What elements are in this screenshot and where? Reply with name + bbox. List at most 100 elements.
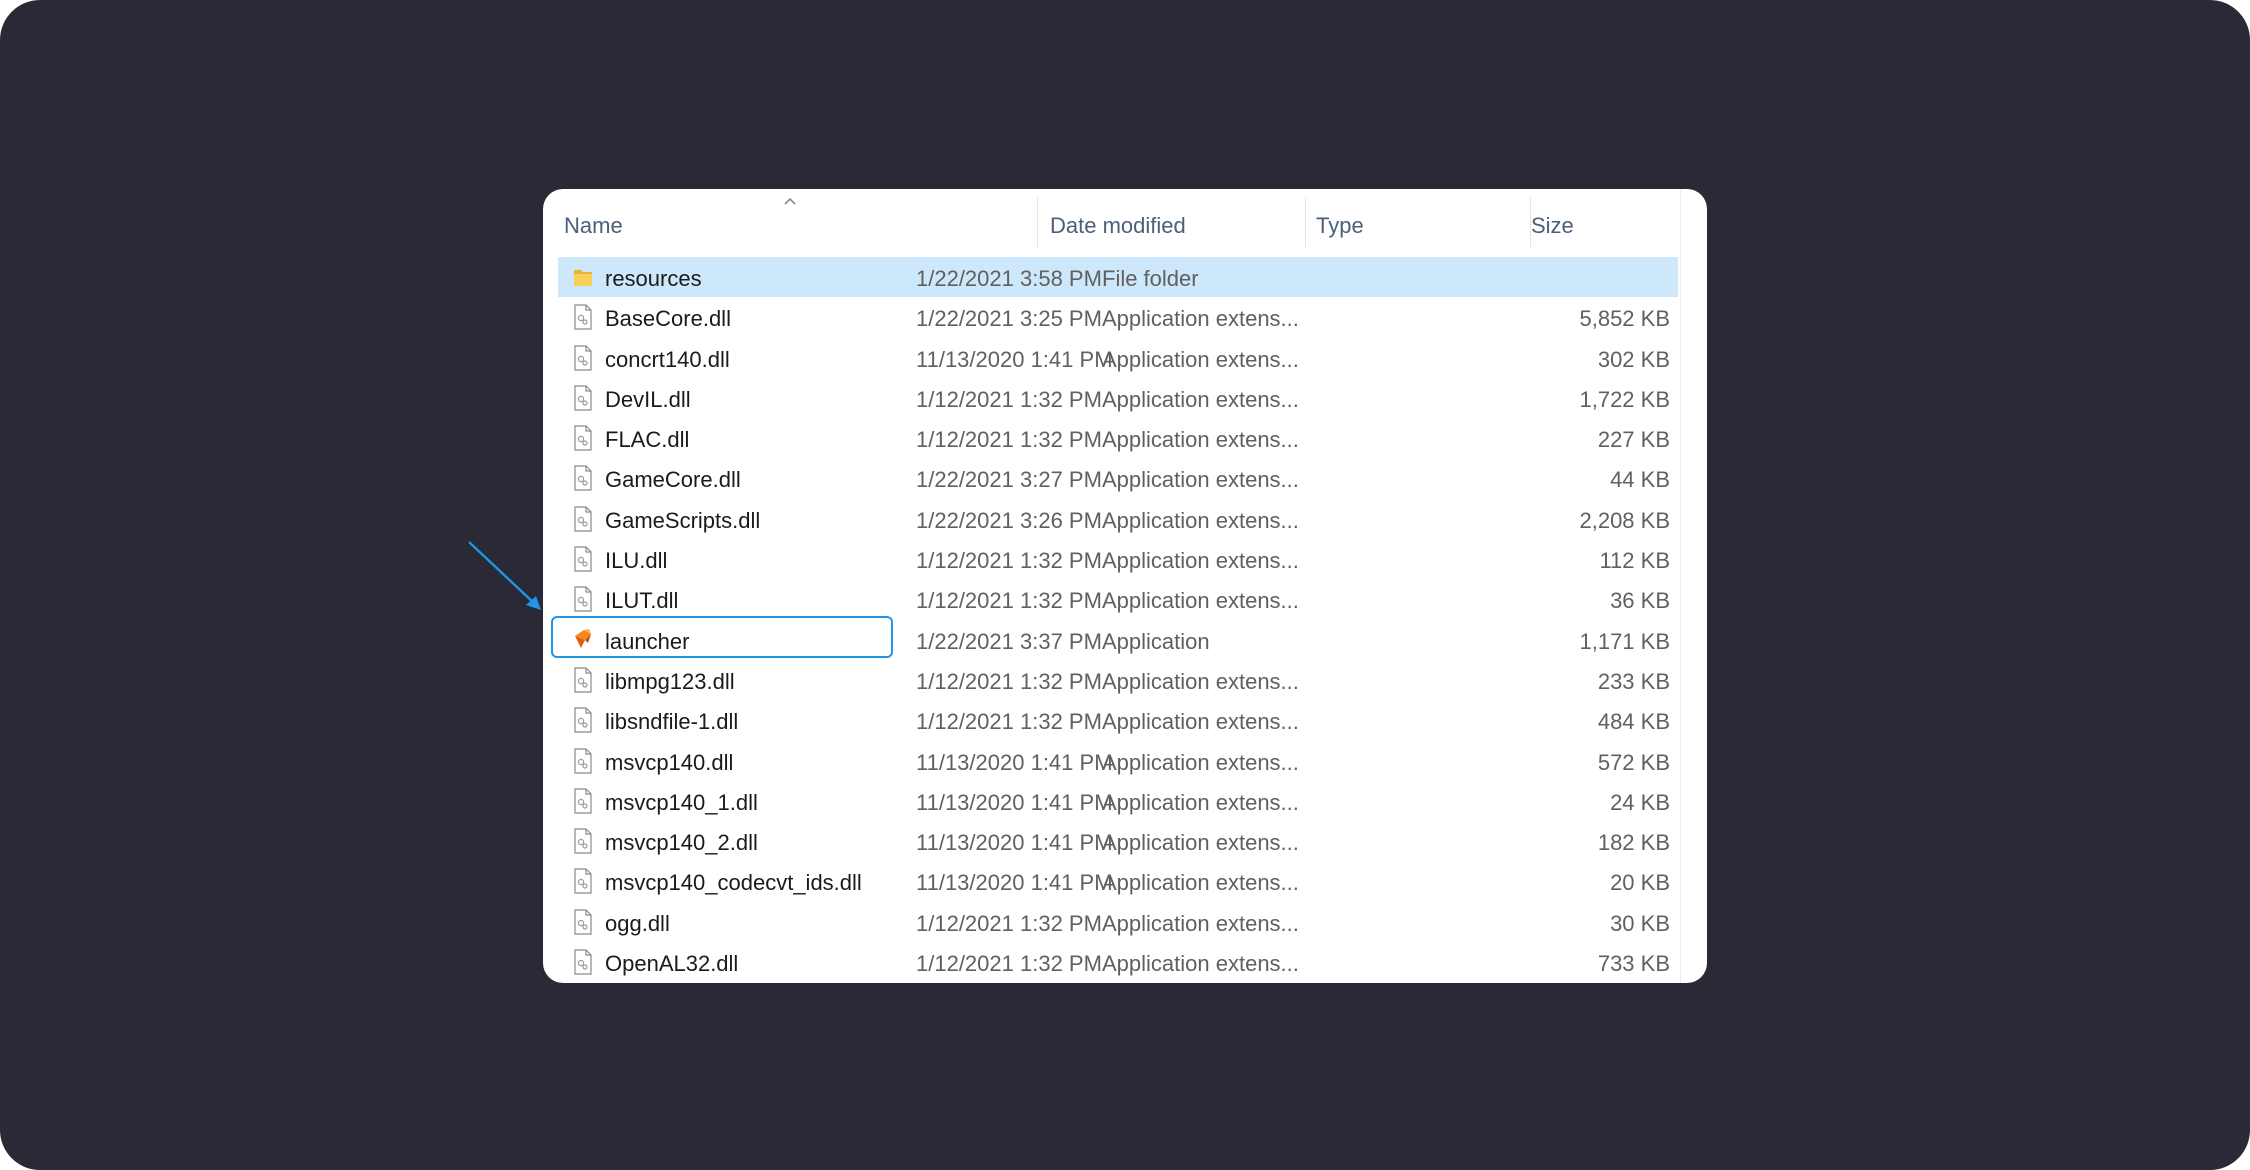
- file-row[interactable]: DevIL.dll 1/12/2021 1:32 PM Application ex…: [558, 378, 1678, 418]
- file-row[interactable]: BaseCore.dll 1/22/2021 3:25 PM Application…: [558, 297, 1678, 337]
- dll-file-icon: [572, 666, 594, 694]
- file-date-modified: 11/13/2020 1:41 PM: [916, 749, 1113, 775]
- dll-file-icon: [572, 505, 594, 533]
- file-name: msvcp140_1.dll: [605, 789, 758, 815]
- dll-file-icon: [572, 908, 594, 936]
- file-row[interactable]: concrt140.dll 11/13/2020 1:41 PM Applicati…: [558, 338, 1678, 378]
- dll-file-icon: [572, 787, 594, 815]
- file-name: ogg.dll: [605, 910, 670, 936]
- dll-file-icon: [572, 867, 594, 895]
- file-type: Application: [1102, 628, 1210, 654]
- dll-file-icon: [572, 384, 594, 412]
- file-type: Application extens...: [1102, 870, 1299, 896]
- file-row[interactable]: ILU.dll 1/12/2021 1:32 PM Application exte…: [558, 539, 1678, 579]
- file-size: 572 KB: [1597, 749, 1670, 775]
- file-date-modified: 11/13/2020 1:41 PM: [916, 789, 1113, 815]
- file-row[interactable]: libsndfile-1.dll 1/12/2021 1:32 PM Applica…: [558, 700, 1678, 740]
- file-size: 484 KB: [1597, 709, 1670, 735]
- file-size: 227 KB: [1597, 427, 1670, 453]
- column-header-name[interactable]: Name: [543, 189, 1037, 251]
- file-name: BaseCore.dll: [605, 306, 731, 332]
- column-header-date[interactable]: Date modified: [1038, 189, 1304, 251]
- file-size: 733 KB: [1597, 951, 1670, 977]
- file-row[interactable]: FLAC.dll 1/12/2021 1:32 PM Application ext…: [558, 418, 1678, 458]
- dll-file-icon: [572, 585, 594, 613]
- file-size: 44 KB: [1610, 467, 1670, 493]
- file-row[interactable]: resources 1/22/2021 3:58 PM File folder: [558, 257, 1678, 298]
- file-type: Application extens...: [1102, 709, 1299, 735]
- launcher-highlight-box: [551, 616, 893, 658]
- file-size: 1,171 KB: [1579, 628, 1670, 654]
- file-date-modified: 11/13/2020 1:41 PM: [916, 830, 1113, 856]
- file-date-modified: 1/12/2021 1:32 PM: [916, 910, 1102, 936]
- file-row[interactable]: OpenAL32.dll 1/12/2021 1:32 PM Application…: [558, 942, 1678, 982]
- dll-file-icon: [572, 706, 594, 734]
- file-size: 112 KB: [1599, 548, 1670, 574]
- file-date-modified: 1/12/2021 1:32 PM: [916, 548, 1102, 574]
- file-type: Application extens...: [1102, 346, 1299, 372]
- file-explorer-window: Name Date modified Type Size resources 1/…: [543, 189, 1707, 983]
- file-type: Application extens...: [1102, 507, 1299, 533]
- file-name: msvcp140.dll: [605, 749, 734, 775]
- pointer-arrow-icon: [468, 541, 541, 610]
- file-date-modified: 1/12/2021 1:32 PM: [916, 951, 1102, 977]
- file-size: 36 KB: [1610, 588, 1670, 614]
- file-size: 182 KB: [1597, 830, 1670, 856]
- dll-file-icon: [572, 303, 594, 331]
- file-type: Application extens...: [1102, 306, 1299, 332]
- file-row[interactable]: GameScripts.dll 1/22/2021 3:26 PM Applicat…: [558, 499, 1678, 539]
- file-name: ILU.dll: [605, 548, 668, 574]
- column-header-size[interactable]: Size: [1531, 189, 1680, 251]
- file-date-modified: 1/22/2021 3:27 PM: [916, 467, 1102, 493]
- dll-file-icon: [572, 948, 594, 976]
- file-name: libsndfile-1.dll: [605, 709, 739, 735]
- dll-file-icon: [572, 827, 594, 855]
- dll-file-icon: [572, 344, 594, 372]
- column-header-bar: Name Date modified Type Size: [543, 189, 1707, 251]
- file-name: DevIL.dll: [605, 386, 691, 412]
- file-type: Application extens...: [1102, 951, 1299, 977]
- file-date-modified: 1/22/2021 3:58 PM: [916, 266, 1102, 291]
- file-row[interactable]: msvcp140.dll 11/13/2020 1:41 PM Applicatio…: [558, 741, 1678, 781]
- column-header-type-label: Type: [1316, 213, 1364, 238]
- file-name: msvcp140_2.dll: [605, 830, 758, 856]
- file-size: 30 KB: [1610, 910, 1670, 936]
- dll-file-icon: [572, 424, 594, 452]
- file-size: 1,722 KB: [1579, 386, 1670, 412]
- file-date-modified: 1/12/2021 1:32 PM: [916, 427, 1102, 453]
- file-type: Application extens...: [1102, 749, 1299, 775]
- file-type: Application extens...: [1102, 386, 1299, 412]
- file-row[interactable]: msvcp140_1.dll 11/13/2020 1:41 PM Applicat…: [558, 781, 1678, 821]
- file-row[interactable]: GameCore.dll 1/22/2021 3:27 PM Application…: [558, 458, 1678, 498]
- file-date-modified: 1/12/2021 1:32 PM: [916, 588, 1102, 614]
- file-name: ILUT.dll: [605, 588, 679, 614]
- file-row[interactable]: msvcp140_2.dll 11/13/2020 1:41 PM Applicat…: [558, 821, 1678, 861]
- file-row[interactable]: msvcp140_codecvt_ids.dll 11/13/2020 1:41 …: [558, 861, 1678, 901]
- column-header-date-label: Date modified: [1050, 213, 1186, 238]
- file-type: Application extens...: [1102, 910, 1299, 936]
- file-type: Application extens...: [1102, 427, 1299, 453]
- file-type: Application extens...: [1102, 467, 1299, 493]
- scrollbar-track[interactable]: [1680, 189, 1681, 983]
- file-date-modified: 1/12/2021 1:32 PM: [916, 386, 1102, 412]
- file-row[interactable]: ogg.dll 1/12/2021 1:32 PM Application exte…: [558, 902, 1678, 942]
- file-date-modified: 11/13/2020 1:41 PM: [916, 870, 1113, 896]
- folder-icon: [572, 263, 594, 291]
- file-type: Application extens...: [1102, 668, 1299, 694]
- dll-file-icon: [572, 545, 594, 573]
- file-size: 302 KB: [1597, 346, 1670, 372]
- file-type: Application extens...: [1102, 789, 1299, 815]
- file-date-modified: 1/22/2021 3:25 PM: [916, 306, 1102, 332]
- file-type: File folder: [1102, 266, 1199, 291]
- file-row[interactable]: ILUT.dll 1/12/2021 1:32 PM Application ext…: [558, 579, 1678, 619]
- file-row[interactable]: libmpg123.dll 1/12/2021 1:32 PM Applicatio…: [558, 660, 1678, 700]
- column-header-type[interactable]: Type: [1306, 189, 1529, 251]
- dll-file-icon: [572, 747, 594, 775]
- file-date-modified: 1/22/2021 3:37 PM: [916, 628, 1102, 654]
- file-type: Application extens...: [1102, 588, 1299, 614]
- file-date-modified: 1/12/2021 1:32 PM: [916, 709, 1102, 735]
- column-header-name-label: Name: [564, 213, 623, 238]
- file-date-modified: 1/22/2021 3:26 PM: [916, 507, 1102, 533]
- file-name: FLAC.dll: [605, 427, 690, 453]
- file-type: Application extens...: [1102, 548, 1299, 574]
